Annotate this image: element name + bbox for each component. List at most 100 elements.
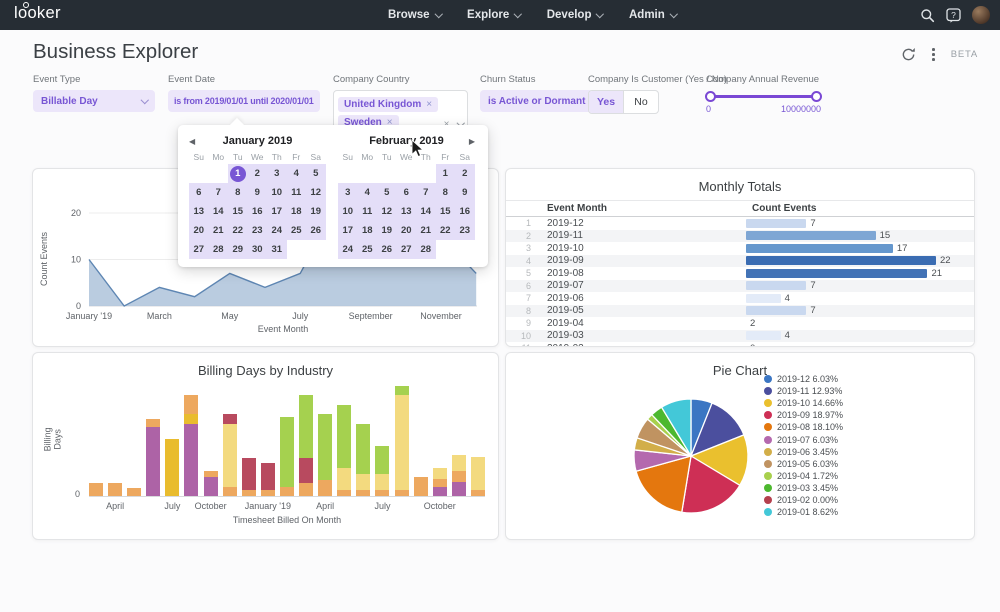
- column-header-event-month[interactable]: Event Month: [541, 203, 746, 214]
- bar[interactable]: [414, 477, 428, 496]
- more-menu-button[interactable]: [929, 47, 938, 61]
- calendar-day[interactable]: 29: [228, 240, 248, 259]
- table-row[interactable]: 92019-042: [506, 317, 974, 330]
- calendar-day[interactable]: 7: [416, 183, 436, 202]
- table-row[interactable]: 52019-0821: [506, 267, 974, 280]
- calendar-day[interactable]: 9: [248, 183, 268, 202]
- bar[interactable]: [471, 457, 485, 496]
- calendar-day[interactable]: 27: [189, 240, 209, 259]
- legend-item[interactable]: 2019-07 6.03%: [764, 433, 843, 445]
- calendar-day[interactable]: 10: [338, 202, 358, 221]
- bar[interactable]: [204, 471, 218, 496]
- yes-option[interactable]: Yes: [589, 91, 624, 113]
- slider-handle-max[interactable]: [811, 91, 822, 102]
- looker-logo[interactable]: looker: [14, 4, 61, 23]
- table-row[interactable]: 12019-127: [506, 217, 974, 230]
- calendar-day[interactable]: 21: [209, 221, 229, 240]
- bar[interactable]: [146, 419, 160, 496]
- calendar-day[interactable]: 24: [267, 221, 287, 240]
- bar[interactable]: [184, 395, 198, 496]
- calendar-day[interactable]: 19: [306, 202, 326, 221]
- calendar-day[interactable]: 11: [358, 202, 378, 221]
- calendar-day[interactable]: 25: [358, 240, 378, 259]
- legend-item[interactable]: 2019-08 18.10%: [764, 421, 843, 433]
- bar[interactable]: [433, 468, 447, 496]
- legend-item[interactable]: 2019-03 3.45%: [764, 482, 843, 494]
- bar[interactable]: [108, 483, 122, 496]
- legend-item[interactable]: 2019-04 1.72%: [764, 470, 843, 482]
- calendar-day[interactable]: 26: [377, 240, 397, 259]
- slider-track[interactable]: [709, 95, 818, 98]
- calendar-day[interactable]: 18: [358, 221, 378, 240]
- country-chip[interactable]: United Kingdom×: [338, 97, 438, 112]
- table-row[interactable]: 102019-034: [506, 330, 974, 343]
- calendar-day[interactable]: 14: [416, 202, 436, 221]
- calendar-day[interactable]: 16: [248, 202, 268, 221]
- calendar-day[interactable]: 17: [267, 202, 287, 221]
- legend-item[interactable]: 2019-02 0.00%: [764, 494, 843, 506]
- stacked-bar-plot[interactable]: [89, 383, 485, 497]
- legend-item[interactable]: 2019-09 18.97%: [764, 409, 843, 421]
- calendar-day[interactable]: 8: [436, 183, 456, 202]
- bar[interactable]: [165, 439, 179, 496]
- bar[interactable]: [223, 414, 237, 496]
- calendar-day[interactable]: 8: [228, 183, 248, 202]
- table-row[interactable]: 62019-077: [506, 280, 974, 293]
- legend-item[interactable]: 2019-01 8.62%: [764, 506, 843, 518]
- legend-item[interactable]: 2019-10 14.66%: [764, 397, 843, 409]
- column-header-count-events[interactable]: Count Events: [746, 203, 974, 214]
- calendar-day[interactable]: 2: [248, 164, 268, 183]
- calendar-day[interactable]: 3: [338, 183, 358, 202]
- calendar-day[interactable]: 2: [455, 164, 475, 183]
- table-row[interactable]: 32019-1017: [506, 242, 974, 255]
- calendar-day[interactable]: 24: [338, 240, 358, 259]
- calendar-day[interactable]: 13: [397, 202, 417, 221]
- bar[interactable]: [127, 488, 141, 496]
- calendar-prev-icon[interactable]: ◀: [189, 137, 203, 146]
- calendar-day[interactable]: 20: [189, 221, 209, 240]
- calendar-day[interactable]: 28: [209, 240, 229, 259]
- table-row[interactable]: 112019-020: [506, 342, 974, 347]
- calendar-next-icon[interactable]: ▶: [461, 137, 475, 146]
- bar[interactable]: [89, 483, 103, 496]
- calendar-day[interactable]: 14: [209, 202, 229, 221]
- calendar-day[interactable]: 30: [248, 240, 268, 259]
- event-type-select[interactable]: Billable Day: [33, 90, 155, 112]
- calendar-day[interactable]: 9: [455, 183, 475, 202]
- calendar-day[interactable]: 23: [248, 221, 268, 240]
- nav-menu-browse[interactable]: Browse: [388, 9, 441, 21]
- calendar-day[interactable]: 15: [228, 202, 248, 221]
- calendar-day[interactable]: 20: [397, 221, 417, 240]
- no-option[interactable]: No: [624, 91, 658, 113]
- nav-menu-develop[interactable]: Develop: [547, 9, 603, 21]
- calendar-day[interactable]: 6: [397, 183, 417, 202]
- bar[interactable]: [261, 463, 275, 496]
- calendar-day[interactable]: 11: [287, 183, 307, 202]
- calendar-day[interactable]: 27: [397, 240, 417, 259]
- calendar-day[interactable]: 5: [377, 183, 397, 202]
- bar[interactable]: [395, 386, 409, 496]
- legend-item[interactable]: 2019-06 3.45%: [764, 446, 843, 458]
- calendar-day[interactable]: 12: [377, 202, 397, 221]
- bar[interactable]: [356, 424, 370, 496]
- slider-handle-min[interactable]: [705, 91, 716, 102]
- calendar-day[interactable]: 12: [306, 183, 326, 202]
- calendar-day[interactable]: 1: [228, 164, 248, 183]
- calendar-day[interactable]: 22: [436, 221, 456, 240]
- remove-chip-icon[interactable]: ×: [426, 99, 432, 110]
- help-icon[interactable]: ?: [946, 8, 961, 23]
- bar[interactable]: [318, 414, 332, 496]
- calendar-day[interactable]: 18: [287, 202, 307, 221]
- calendar-day[interactable]: 26: [306, 221, 326, 240]
- bar[interactable]: [280, 417, 294, 496]
- calendar-day[interactable]: 31: [267, 240, 287, 259]
- table-row[interactable]: 42019-0922: [506, 255, 974, 268]
- calendar-day[interactable]: 28: [416, 240, 436, 259]
- calendar-day[interactable]: 22: [228, 221, 248, 240]
- calendar-day[interactable]: 13: [189, 202, 209, 221]
- calendar-day[interactable]: 16: [455, 202, 475, 221]
- calendar-day[interactable]: 10: [267, 183, 287, 202]
- legend-item[interactable]: 2019-12 6.03%: [764, 373, 843, 385]
- churn-status-field[interactable]: is Active or Dormant: [480, 90, 593, 112]
- legend-item[interactable]: 2019-05 6.03%: [764, 458, 843, 470]
